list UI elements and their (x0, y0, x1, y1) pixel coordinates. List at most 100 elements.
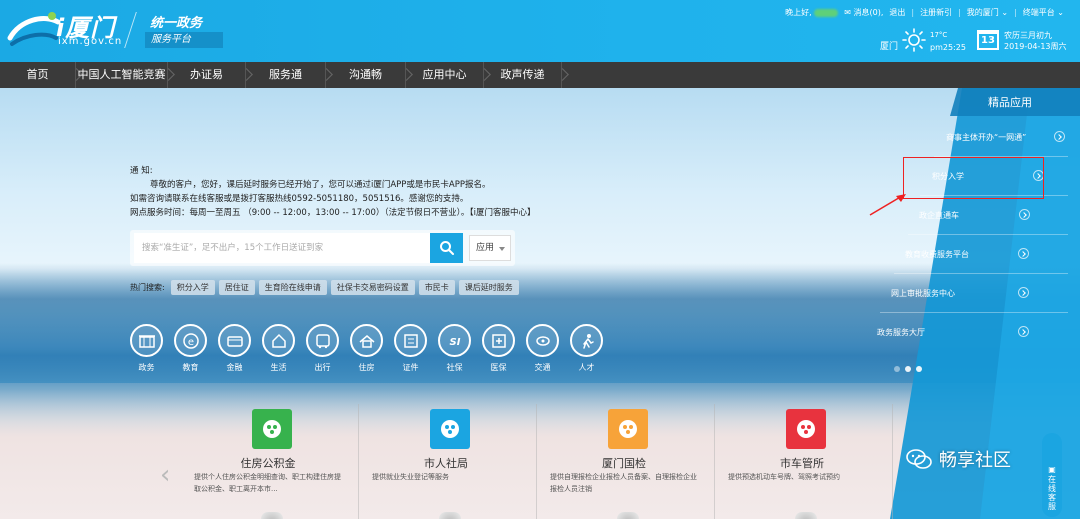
carousel-dot[interactable] (894, 366, 900, 372)
chat-bubble-icon: ▣ (1047, 465, 1057, 475)
weather-pm25: pm25:25 (930, 43, 966, 52)
slogan-line2: 服务平台 (145, 32, 223, 48)
arrow-right-icon (1019, 209, 1030, 220)
featured-app-label: 网上审批服务中心 (891, 288, 955, 298)
category-travel[interactable]: 出行 (306, 324, 339, 372)
wechat-icon (906, 449, 932, 469)
notice-block: 通 知: 尊敬的客户，您好，课后延时服务已经开始了，您可以通过i厦门APP或是市… (130, 164, 535, 220)
divider: | (1014, 8, 1017, 17)
divider: | (911, 8, 915, 17)
service-card-hr-bureau[interactable]: 市人社局 提供就业失业登记等服务 (358, 404, 534, 519)
nav-item-ai-contest[interactable]: 中国人工智能竞赛 (76, 62, 168, 88)
hot-search-label: 热门搜索: (130, 283, 165, 292)
nav-item-app-center[interactable]: 应用中心 (406, 62, 484, 88)
nav-item-services[interactable]: 服务通 (246, 62, 326, 88)
carousel-dot[interactable] (905, 366, 911, 372)
header: i厦门 ixm.gov.cn 统一政务 服务平台 晚上好, ✉ 消息(0), 退… (0, 0, 1080, 62)
category-label: 教育 (182, 363, 199, 372)
category-label: 政务 (138, 363, 155, 372)
category-talent[interactable]: 人才 (570, 324, 603, 372)
card-knob (261, 512, 283, 519)
featured-app-label: 商事主体开办“一网通” (946, 132, 1027, 142)
featured-app-label: 政企直通车 (919, 210, 959, 220)
service-card-housing-fund[interactable]: 住房公积金 提供个人住房公积金明细查询、职工构建住房提取公积金、职工离开本市..… (180, 404, 356, 519)
search-input[interactable] (134, 233, 430, 263)
category-label: 交通 (534, 363, 551, 372)
arrow-right-icon (1018, 287, 1029, 298)
carousel-dots (894, 366, 922, 372)
category-traffic[interactable]: 交通 (526, 324, 559, 372)
hot-tag-social-card-password[interactable]: 社保卡交易密码设置 (330, 280, 415, 295)
notice-line: 如需咨询请联系在线客服或是拨打客服热线0592-5051180，5051516。… (130, 194, 469, 204)
category-documents[interactable]: 证件 (394, 324, 427, 372)
chevron-down-icon (499, 247, 505, 251)
nav-item-communication[interactable]: 沟通畅 (326, 62, 406, 88)
nav-item-gov-voice[interactable]: 政声传递 (484, 62, 562, 88)
card-knob (617, 512, 639, 519)
nav-item-certificates[interactable]: 办证易 (168, 62, 246, 88)
carousel-dot[interactable] (916, 366, 922, 372)
watermark-text: 畅享社区 (939, 450, 1011, 471)
category-gov[interactable]: 政务 (130, 324, 163, 372)
hot-tag-maternity-insurance[interactable]: 生育险在线申请 (258, 280, 327, 295)
nav-item-home[interactable]: 首页 (0, 62, 76, 88)
category-medical[interactable]: 医保 (482, 324, 515, 372)
person-icon (582, 333, 594, 349)
weather-temp: 17°C (930, 31, 948, 39)
slogan-line1: 统一政务 (150, 16, 203, 31)
fund-icon (252, 409, 292, 449)
e-icon: e (182, 332, 199, 349)
featured-app-label: 教育收费服务平台 (905, 249, 969, 259)
weather-city: 厦门 (880, 42, 899, 52)
featured-app-business-registration[interactable]: 商事主体开办“一网通” (946, 118, 1066, 156)
service-card-vehicle[interactable]: 市车管所 提供预选机动车号牌、驾照考试预约 (714, 404, 890, 519)
notice-title: 通 知: (130, 166, 153, 176)
search-scope-select[interactable]: 应用 (469, 235, 511, 261)
search-button[interactable] (430, 233, 463, 263)
service-card-title: 市人社局 (424, 457, 468, 470)
featured-apps-title: 精品应用 (988, 96, 1032, 109)
search-icon (439, 241, 454, 255)
terminal-menu[interactable]: 终端平台 ⌄ (1023, 7, 1064, 18)
messages-link[interactable]: ✉ 消息(0), (844, 7, 883, 18)
sun-icon (902, 28, 926, 52)
slogan-divider (124, 12, 137, 48)
hot-tag-residence-permit[interactable]: 居住证 (218, 280, 255, 295)
card-knob (795, 512, 817, 519)
featured-app-label: 政务服务大厅 (877, 327, 925, 337)
featured-app-service-hall[interactable]: 政务服务大厅 (877, 313, 1065, 351)
category-label: 金融 (226, 363, 243, 372)
category-housing[interactable]: 住房 (350, 324, 383, 372)
social-icon (430, 409, 470, 449)
featured-app-enterprise-express[interactable]: 政企直通车 (919, 196, 1067, 234)
vehicle-icon (786, 409, 826, 449)
service-card-desc: 提供自理报检企业报检人员备案、自理报检企业报检人员注销 (550, 473, 697, 493)
category-education[interactable]: e 教育 (174, 324, 207, 372)
hot-tag-points-enrollment[interactable]: 积分入学 (170, 280, 215, 295)
category-label: 医保 (490, 363, 507, 372)
logout-link[interactable]: 退出 (889, 7, 905, 18)
register-link[interactable]: 注册新引 (920, 7, 952, 18)
online-service-button[interactable]: ▣ 在线客服 (1042, 433, 1062, 517)
category-finance[interactable]: 金融 (218, 324, 251, 372)
hot-search-bar: 热门搜索: 积分入学 居住证 生育险在线申请 社保卡交易密码设置 市民卡 课后延… (130, 280, 519, 295)
home-icon (271, 333, 286, 348)
category-life[interactable]: 生活 (262, 324, 295, 372)
divider (892, 404, 893, 519)
category-label: 社保 (446, 363, 463, 372)
featured-app-online-approval[interactable]: 网上审批服务中心 (891, 274, 1065, 312)
service-card-inspection[interactable]: 厦门国检 提供自理报检企业报检人员备案、自理报检企业报检人员注销 (536, 404, 712, 519)
my-xiamen-menu[interactable]: 我的厦门 ⌄ (967, 7, 1008, 18)
carousel-prev-arrow-icon[interactable]: ‹ (160, 458, 176, 492)
hot-tag-citizen-card[interactable]: 市民卡 (418, 280, 455, 295)
category-label: 人才 (578, 363, 595, 372)
calendar-icon: 13 (977, 30, 999, 50)
hero-banner: 通 知: 尊敬的客户，您好，课后延时服务已经开始了，您可以通过i厦门APP或是市… (0, 88, 1080, 519)
svg-text:e: e (187, 337, 193, 348)
category-label: 出行 (314, 363, 331, 372)
service-card-desc: 提供个人住房公积金明细查询、职工构建住房提取公积金、职工离开本市... (194, 473, 341, 493)
hot-tag-after-school[interactable]: 课后延时服务 (458, 280, 519, 295)
featured-app-education-fees[interactable]: 教育收费服务平台 (905, 235, 1065, 273)
top-user-bar: 晚上好, ✉ 消息(0), 退出 | 注册新引 | 我的厦门 ⌄ | 终端平台 … (785, 7, 1064, 18)
category-social-security[interactable]: SI 社保 (438, 324, 471, 372)
